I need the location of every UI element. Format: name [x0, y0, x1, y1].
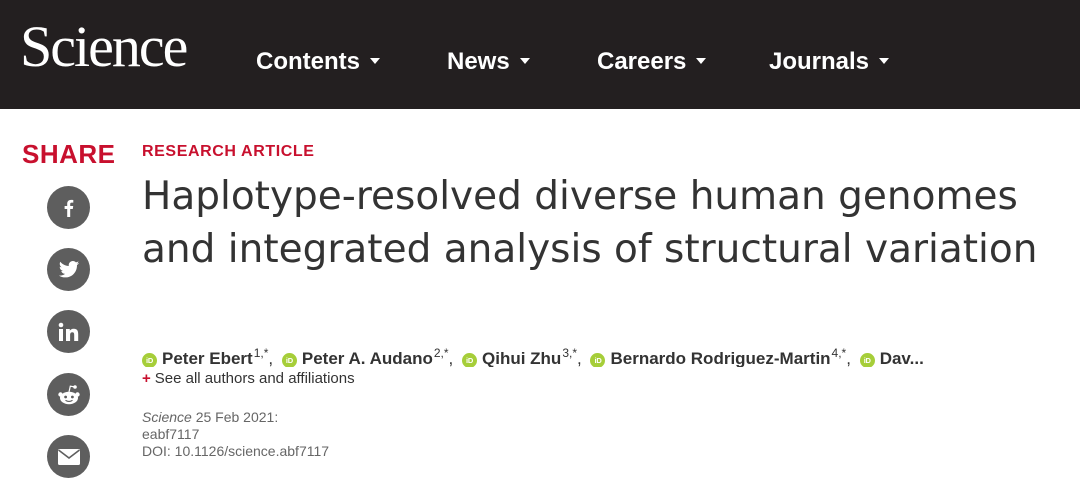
author-affiliation[interactable]: 3,* — [562, 346, 577, 360]
email-icon — [57, 448, 80, 465]
caret-down-icon — [519, 57, 530, 64]
see-all-label: See all authors and affiliations — [154, 370, 355, 387]
orcid-icon[interactable]: iD — [462, 353, 477, 367]
nav-journals[interactable]: Journals — [769, 48, 890, 75]
author-name: Dav... — [879, 349, 924, 367]
article-meta: Science 25 Feb 2021: eabf7117 DOI: 10.11… — [142, 409, 329, 460]
author-separator: , — [846, 349, 851, 367]
twitter-icon — [58, 260, 79, 277]
orcid-icon[interactable]: iD — [142, 353, 157, 367]
site-header: Science Contents News Careers Journals — [0, 0, 1080, 109]
orcid-icon[interactable]: iD — [859, 353, 875, 367]
share-twitter-button[interactable] — [47, 248, 90, 291]
author-list: iD Peter Ebert1,*, iD Peter A. Audano2,*, … — [142, 341, 1062, 367]
nav-careers[interactable]: Careers — [597, 48, 707, 75]
nav-news[interactable]: News — [447, 50, 530, 74]
author-name: Peter A. Audano — [301, 349, 433, 367]
share-email-button[interactable] — [47, 435, 90, 478]
article-doi[interactable]: DOI: 10.1126/science.abf7117 — [142, 443, 329, 460]
nav-journals-label: Journals — [769, 48, 870, 75]
share-linkedin-button[interactable] — [47, 310, 90, 353]
publication-line: Science 25 Feb 2021: — [142, 409, 329, 426]
article-type-label: RESEARCH ARTICLE — [142, 143, 315, 160]
author-separator: , — [448, 349, 454, 367]
facebook-icon — [64, 199, 73, 217]
author-name: Peter Ebert — [162, 349, 253, 367]
author-link[interactable]: iD Qihui Zhu3,* — [462, 346, 577, 367]
author-link[interactable]: iD Peter Ebert1,* — [142, 346, 269, 367]
linkedin-icon — [58, 322, 78, 341]
nav-careers-label: Careers — [597, 48, 687, 75]
plus-icon: + — [142, 370, 151, 387]
author-link[interactable]: iD Peter A. Audano2,* — [281, 346, 449, 367]
orcid-icon[interactable]: iD — [281, 353, 297, 367]
author-affiliation[interactable]: 1,* — [254, 346, 269, 360]
caret-down-icon — [370, 57, 380, 64]
nav-news-label: News — [447, 48, 510, 75]
author-link[interactable]: iD Dav... — [859, 349, 924, 367]
share-heading: SHARE — [22, 139, 116, 169]
article-title: Haplotype-resolved diverse human genomes… — [142, 174, 1038, 272]
share-facebook-button[interactable] — [47, 186, 90, 229]
science-logo[interactable]: Science — [20, 18, 188, 76]
author-affiliation[interactable]: 4,* — [832, 346, 847, 360]
share-reddit-button[interactable] — [47, 373, 90, 416]
reddit-icon — [57, 384, 80, 404]
publication-date: 25 Feb 2021: — [195, 409, 279, 425]
author-name: Bernardo Rodriguez-Martin — [610, 349, 831, 367]
author-affiliation[interactable]: 2,* — [434, 346, 449, 360]
author-separator: , — [268, 349, 274, 367]
article-id: eabf7117 — [142, 426, 200, 442]
journal-name: Science — [142, 409, 192, 425]
author-separator: , — [577, 349, 582, 367]
see-all-authors-link[interactable]: + See all authors and affiliations — [142, 370, 355, 388]
nav-contents[interactable]: Contents — [256, 50, 380, 74]
author-link[interactable]: iD Bernardo Rodriguez-Martin4,* — [590, 346, 847, 367]
orcid-icon[interactable]: iD — [590, 353, 606, 367]
author-name: Qihui Zhu — [482, 349, 562, 367]
caret-down-icon — [696, 57, 707, 64]
nav-contents-label: Contents — [256, 48, 360, 75]
caret-down-icon — [879, 57, 890, 64]
